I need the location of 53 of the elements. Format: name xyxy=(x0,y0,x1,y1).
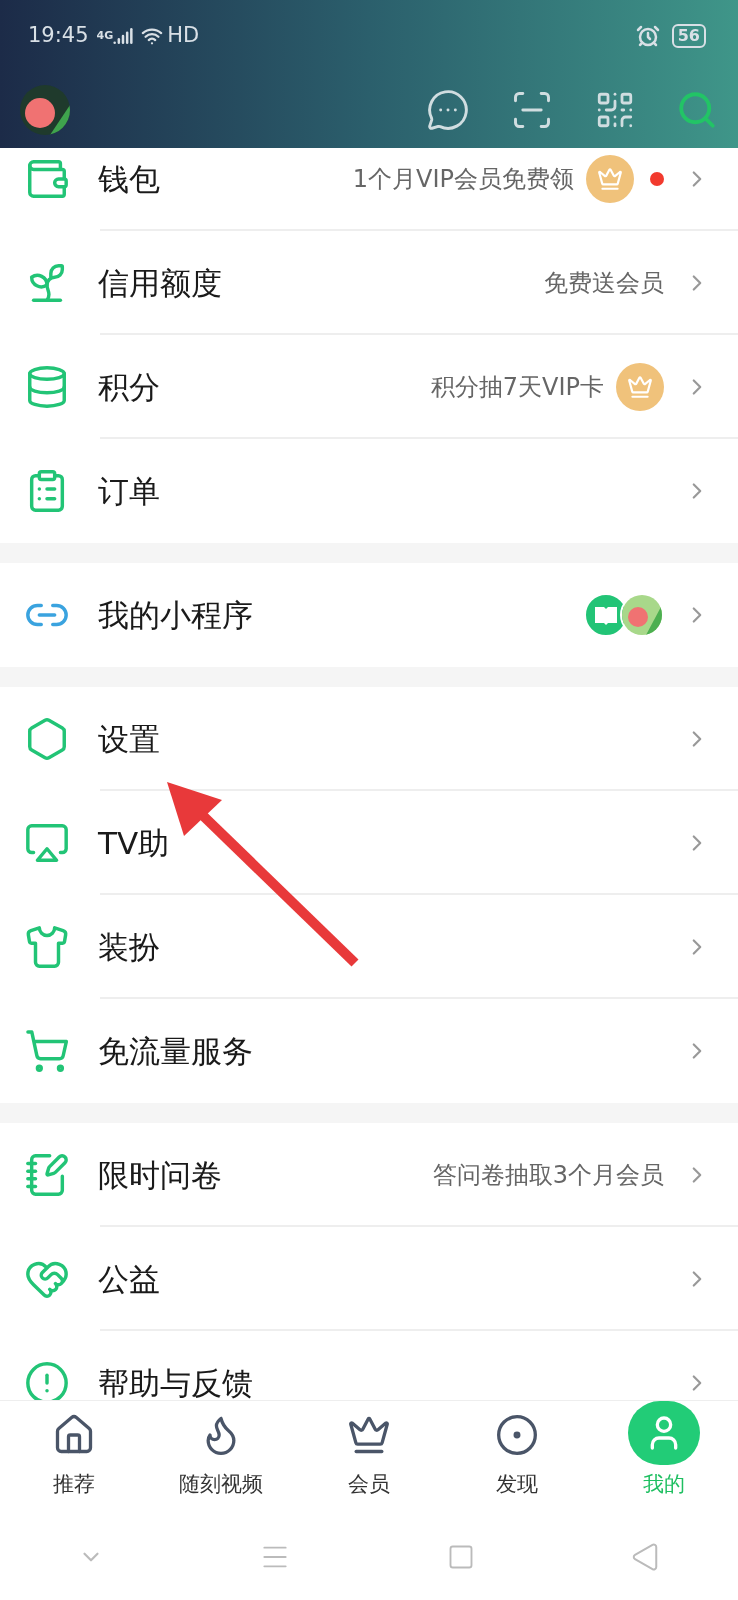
nav-label: 推荐 xyxy=(52,1470,95,1498)
target-icon xyxy=(494,1412,539,1457)
menu-label: 积分 xyxy=(98,367,160,407)
signal-icon xyxy=(113,26,134,46)
menu-label: 订单 xyxy=(98,471,160,511)
menu-row[interactable]: 公益 xyxy=(0,1227,738,1331)
wifi-label: HD xyxy=(167,22,200,50)
time: 19:45 xyxy=(28,22,89,50)
menu-row[interactable]: 免流量服务 xyxy=(0,999,738,1103)
message-icon[interactable] xyxy=(426,88,470,132)
menu-label: 信用额度 xyxy=(98,263,222,303)
wifi-icon xyxy=(141,25,164,47)
menu-row[interactable]: 装扮 xyxy=(0,895,738,999)
alarm-icon xyxy=(635,24,660,48)
menu-row[interactable]: 积分 积分抽7天VIP卡 xyxy=(0,335,738,439)
menu-label: TV助 xyxy=(98,823,170,863)
nav-tab[interactable]: 发现 xyxy=(442,1401,591,1522)
nav-tab[interactable]: 随刻视频 xyxy=(147,1401,296,1522)
menu-row[interactable]: 设置 xyxy=(0,687,738,791)
menu-label: 公益 xyxy=(98,1259,160,1299)
alert-icon xyxy=(24,1360,70,1400)
menu-row[interactable]: TV助 xyxy=(0,791,738,895)
network-label: 4G xyxy=(96,27,114,44)
menu-row[interactable]: 限时问卷 答问卷抽取3个月会员 xyxy=(0,1123,738,1227)
menu-row[interactable]: 我的小程序 xyxy=(0,563,738,667)
menu-label: 设置 xyxy=(98,719,160,759)
nav-label: 发现 xyxy=(495,1470,538,1498)
battery-level: 56 xyxy=(671,24,706,48)
note-icon xyxy=(24,1152,70,1198)
menu-row[interactable]: 信用额度 免费送会员 xyxy=(0,231,738,335)
menu-row[interactable]: 帮助与反馈 xyxy=(0,1331,738,1400)
menu-hint: 答问卷抽取3个月会员 xyxy=(432,1160,664,1191)
cart-icon xyxy=(24,1028,70,1074)
menu-label: 我的小程序 xyxy=(98,595,253,635)
nav-tab[interactable]: 推荐 xyxy=(0,1401,148,1522)
menu-hint: 免费送会员 xyxy=(544,268,664,299)
shirt-icon xyxy=(24,924,70,970)
menu-row[interactable]: 钱包 1个月VIP会员免费领 xyxy=(0,148,738,231)
search-icon[interactable] xyxy=(676,89,718,131)
menu-hint: 1个月VIP会员免费领 xyxy=(352,164,574,195)
app-avatars[interactable] xyxy=(584,593,664,637)
menu-label: 帮助与反馈 xyxy=(98,1363,253,1400)
menu-label: 免流量服务 xyxy=(98,1031,253,1071)
menu-row[interactable]: 订单 xyxy=(0,439,738,543)
nav-tab[interactable]: 会员 xyxy=(295,1401,443,1522)
avatar[interactable] xyxy=(20,85,70,135)
menu-label: 装扮 xyxy=(98,927,160,967)
menu-label: 钱包 xyxy=(98,159,160,199)
nav-label: 我的 xyxy=(643,1470,686,1498)
nav-label: 会员 xyxy=(348,1470,390,1498)
menu-hint: 积分抽7天VIP卡 xyxy=(430,372,604,403)
nav-label: 随刻视频 xyxy=(179,1470,264,1498)
menu-label: 限时问卷 xyxy=(98,1155,222,1195)
